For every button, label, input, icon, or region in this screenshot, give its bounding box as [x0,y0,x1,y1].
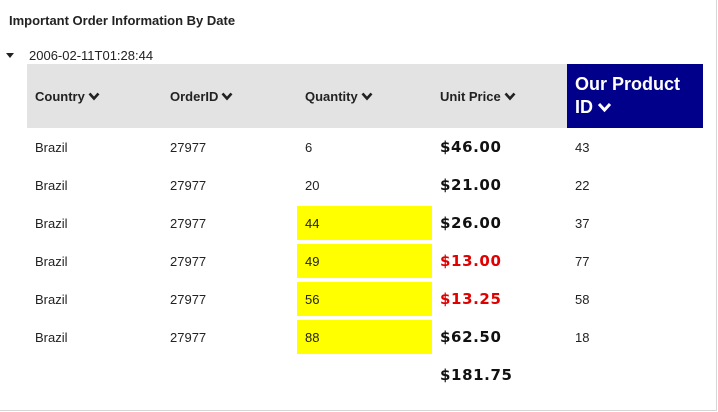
table-row[interactable]: Brazil 27977 56 $13.25 58 [27,280,703,318]
cell-quantity: 6 [305,139,313,155]
group-label: 2006-02-11T01:28:44 [29,47,154,63]
header-row: Country OrderID Quantity Unit Price Our … [27,64,703,128]
cell-unit-price: $62.50 [440,328,502,346]
cell-product-id: 58 [575,291,590,307]
table-row[interactable]: Brazil 27977 88 $62.50 18 [27,318,703,356]
cell-orderid: 27977 [170,177,207,193]
cell-product-id: 77 [575,253,590,269]
cell-unit-price: $26.00 [440,214,502,232]
column-header-label: OrderID [170,88,219,104]
cell-quantity: 20 [305,177,320,193]
table-row[interactable]: Brazil 27977 6 $46.00 43 [27,128,703,166]
table-row[interactable]: Brazil 27977 44 $26.00 37 [27,204,703,242]
cell-quantity: 44 [297,204,432,242]
cell-orderid: 27977 [170,215,207,231]
cell-unit-price: $46.00 [440,138,502,156]
cell-country: Brazil [35,291,68,307]
cell-product-id: 37 [575,215,590,231]
cell-product-id: 18 [575,329,590,345]
chevron-down-icon[interactable] [361,92,373,101]
chevron-down-icon[interactable] [221,92,233,101]
cell-country: Brazil [35,177,68,193]
orders-table: Country OrderID Quantity Unit Price Our … [27,64,703,394]
column-header-label: Country [35,88,85,104]
cell-orderid: 27977 [170,139,207,155]
table-row[interactable]: Brazil 27977 49 $13.00 77 [27,242,703,280]
column-header-label: Quantity [305,88,358,104]
chevron-down-icon[interactable] [504,92,516,101]
cell-country: Brazil [35,139,68,155]
cell-quantity: 49 [297,242,432,280]
column-header-label-line1: Our Product [575,74,681,94]
cell-orderid: 27977 [170,253,207,269]
total-row: $181.75 [27,356,703,394]
cell-product-id: 43 [575,139,590,155]
cell-country: Brazil [35,253,68,269]
table-row[interactable]: Brazil 27977 20 $21.00 22 [27,166,703,204]
group-header[interactable]: 2006-02-11T01:28:44 [6,46,153,64]
column-header-label: Unit Price [440,88,501,104]
grid-title: Important Order Information By Date [9,13,236,28]
cell-quantity: 56 [297,280,432,318]
order-grid-panel: Important Order Information By Date 2006… [0,0,717,411]
cell-country: Brazil [35,329,68,345]
cell-orderid: 27977 [170,329,207,345]
column-header-country[interactable]: Country [27,64,162,128]
chevron-down-icon[interactable] [597,102,612,113]
cell-orderid: 27977 [170,291,207,307]
cell-product-id: 22 [575,177,590,193]
column-header-label-line2: ID [575,97,593,117]
column-header-product-id[interactable]: Our Product ID [567,64,703,128]
cell-unit-price: $13.25 [440,290,502,308]
column-header-quantity[interactable]: Quantity [297,64,432,128]
chevron-down-icon[interactable] [88,92,100,101]
cell-quantity: 88 [297,318,432,356]
unit-price-total: $181.75 [440,366,513,384]
collapse-caret-icon[interactable] [6,53,14,58]
cell-unit-price: $13.00 [440,252,502,270]
column-header-orderid[interactable]: OrderID [162,64,297,128]
column-header-unit-price[interactable]: Unit Price [432,64,567,128]
cell-country: Brazil [35,215,68,231]
cell-unit-price: $21.00 [440,176,502,194]
